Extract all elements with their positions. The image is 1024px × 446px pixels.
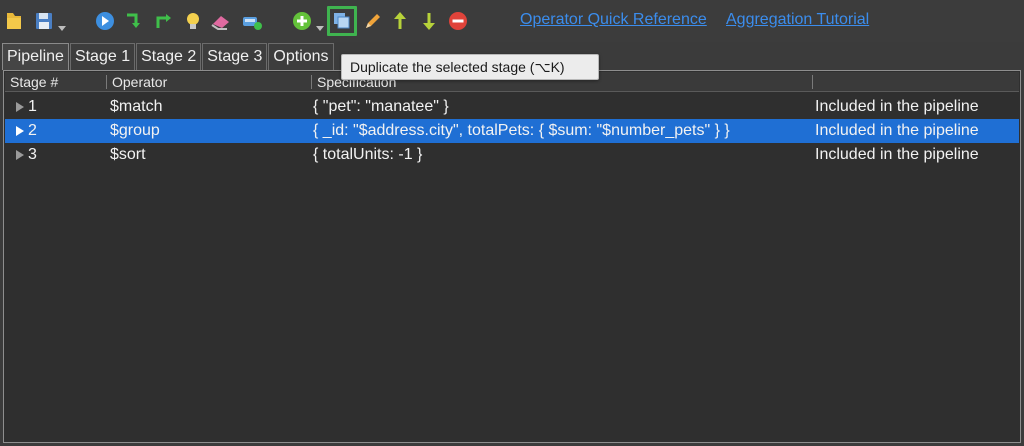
- stage-number: 3: [28, 146, 37, 163]
- step-into-icon[interactable]: [122, 8, 146, 34]
- open-folder-icon[interactable]: [2, 8, 26, 34]
- step-over-icon[interactable]: [152, 8, 176, 34]
- add-stage-icon[interactable]: [290, 8, 314, 34]
- column-header-status[interactable]: [815, 72, 1015, 92]
- operator-name: $group: [110, 122, 160, 139]
- tab-bar: Pipeline Stage 1 Stage 2 Stage 3 Options: [2, 43, 335, 70]
- move-up-icon[interactable]: [388, 8, 412, 34]
- table-row-selected[interactable]: 2 $group { _id: "$address.city", totalPe…: [5, 119, 1019, 143]
- column-header-stage[interactable]: Stage #: [7, 72, 107, 92]
- tab-stage-3[interactable]: Stage 3: [202, 43, 268, 70]
- column-divider[interactable]: [106, 75, 107, 89]
- move-down-icon[interactable]: [417, 8, 441, 34]
- save-icon[interactable]: [32, 8, 56, 34]
- duplicate-icon: [334, 13, 350, 29]
- column-header-operator[interactable]: Operator: [109, 72, 309, 92]
- table-row[interactable]: 3 $sort { totalUnits: -1 } Included in t…: [5, 143, 1019, 167]
- aggregation-editor: Operator Quick Reference Aggregation Tut…: [0, 0, 1024, 446]
- tab-pipeline[interactable]: Pipeline: [2, 43, 69, 70]
- stage-specification: { "pet": "manatee" }: [313, 98, 449, 115]
- remove-stage-icon[interactable]: [446, 8, 470, 34]
- stage-status: Included in the pipeline: [815, 146, 979, 163]
- edit-pencil-icon[interactable]: [361, 8, 385, 34]
- tab-stage-2[interactable]: Stage 2: [136, 43, 202, 70]
- duplicate-stage-button[interactable]: [327, 6, 357, 36]
- table-row[interactable]: 1 $match { "pet": "manatee" } Included i…: [5, 95, 1019, 119]
- stage-specification: { _id: "$address.city", totalPets: { $su…: [313, 122, 730, 139]
- column-divider[interactable]: [311, 75, 312, 89]
- operator-name: $sort: [110, 146, 146, 163]
- run-icon[interactable]: [93, 8, 117, 34]
- pipeline-table: Stage # Operator Specification 1 $match …: [3, 70, 1021, 443]
- operator-name: $match: [110, 98, 163, 115]
- operator-quick-reference-link[interactable]: Operator Quick Reference: [520, 11, 707, 29]
- stage-specification: { totalUnits: -1 }: [313, 146, 423, 163]
- eraser-icon[interactable]: [209, 8, 233, 34]
- disclosure-triangle-icon[interactable]: [16, 126, 24, 136]
- stage-number: 1: [28, 98, 37, 115]
- save-menu-chevron-down-icon[interactable]: [58, 19, 66, 31]
- stage-status: Included in the pipeline: [815, 98, 979, 115]
- lightbulb-icon[interactable]: [181, 8, 205, 34]
- disclosure-triangle-icon[interactable]: [16, 102, 24, 112]
- database-icon[interactable]: [240, 8, 264, 34]
- aggregation-tutorial-link[interactable]: Aggregation Tutorial: [726, 11, 869, 29]
- toolbar: Operator Quick Reference Aggregation Tut…: [0, 0, 1024, 42]
- disclosure-triangle-icon[interactable]: [16, 150, 24, 160]
- stage-number: 2: [28, 122, 37, 139]
- tab-stage-1[interactable]: Stage 1: [69, 43, 136, 70]
- stage-status: Included in the pipeline: [815, 122, 979, 139]
- column-divider[interactable]: [812, 75, 813, 89]
- add-menu-chevron-down-icon[interactable]: [316, 19, 324, 31]
- duplicate-stage-tooltip: Duplicate the selected stage (⌥K): [341, 54, 599, 80]
- tab-options[interactable]: Options: [268, 43, 334, 70]
